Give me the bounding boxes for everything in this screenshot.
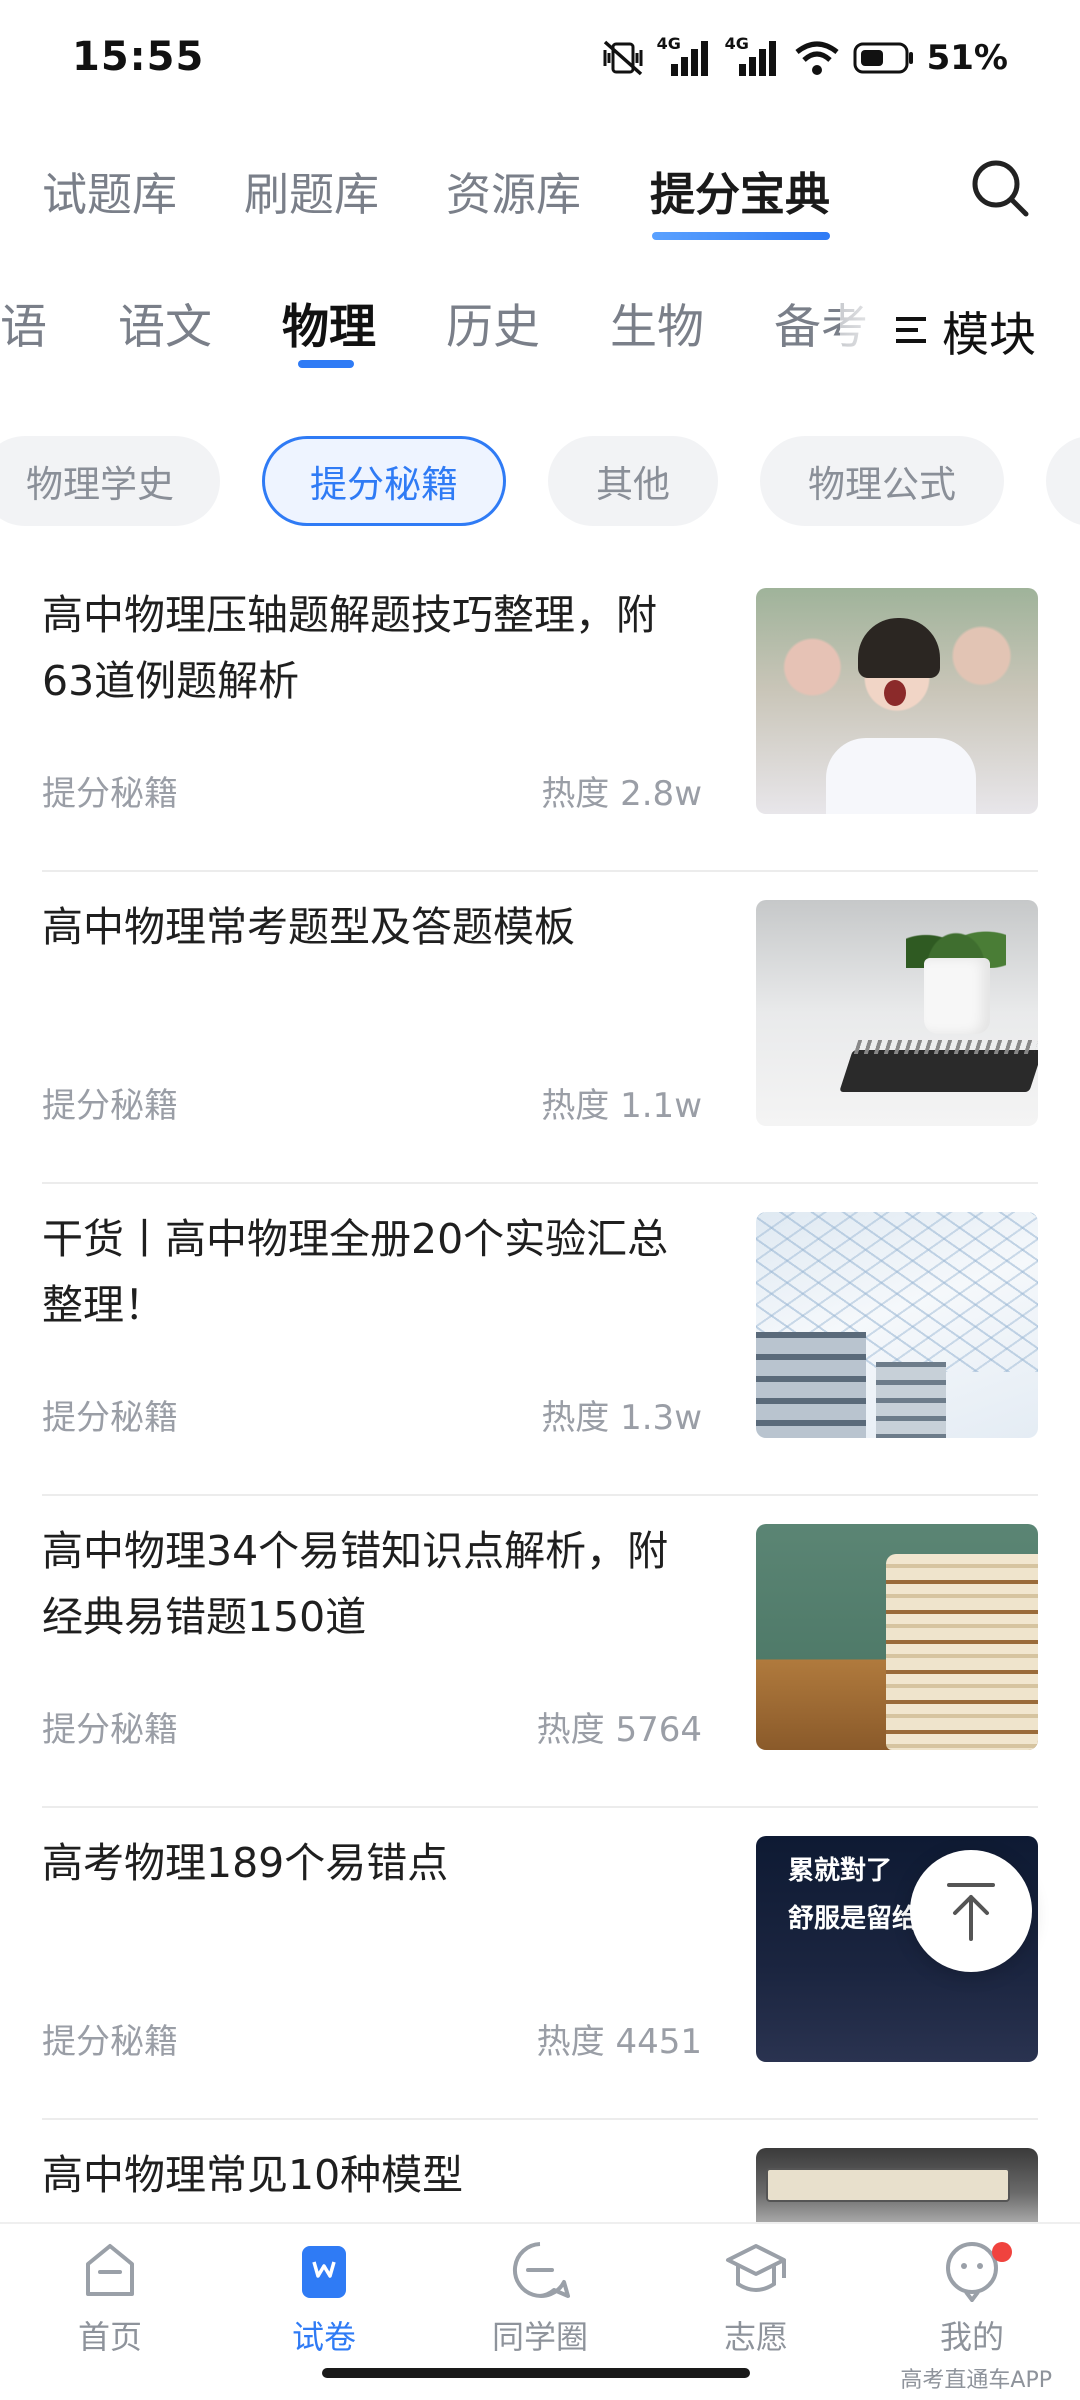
app-screen: 15:55 4G 4G 51% 试题库 刷题库 资源库 提分宝典 语 语文 物理… bbox=[0, 0, 1080, 2400]
status-time: 15:55 bbox=[72, 34, 205, 80]
article-category: 提分秘籍 bbox=[42, 2022, 178, 2062]
status-bar: 15:55 4G 4G 51% bbox=[0, 0, 1080, 120]
chip-more-partial[interactable] bbox=[1046, 436, 1080, 526]
wifi-icon bbox=[795, 41, 839, 75]
chip-physics-history[interactable]: 物理学史 bbox=[0, 436, 220, 526]
article-category: 提分秘籍 bbox=[42, 774, 178, 814]
home-indicator[interactable] bbox=[322, 2368, 750, 2378]
module-label: 模块 bbox=[942, 307, 1036, 363]
article-title: 高中物理常见10种模型 bbox=[42, 2151, 464, 2199]
article-title: 干货丨高中物理全册20个实验汇总整理！ bbox=[42, 1215, 669, 1329]
signal-bars-icon bbox=[738, 41, 776, 76]
subject-tab-biology[interactable]: 生物 bbox=[610, 288, 704, 357]
article-item[interactable]: 高中物理常考题型及答题模板 提分秘籍 热度 1.1w bbox=[42, 872, 1038, 1184]
subject-tab-bar: 语 语文 物理 历史 生物 备考 模块 bbox=[0, 280, 1080, 380]
article-heat: 热度 5764 bbox=[536, 1710, 702, 1750]
article-heat: 热度 1.3w bbox=[541, 1398, 702, 1438]
article-category: 提分秘籍 bbox=[42, 1086, 178, 1126]
arrow-up-icon bbox=[947, 1883, 995, 1941]
back-to-top-button[interactable] bbox=[910, 1850, 1032, 1972]
article-category: 提分秘籍 bbox=[42, 1398, 178, 1438]
article-item[interactable]: 干货丨高中物理全册20个实验汇总整理！ 提分秘籍 热度 1.3w bbox=[42, 1184, 1038, 1496]
tab-resource-bank[interactable]: 资源库 bbox=[446, 158, 581, 223]
article-heat: 热度 4451 bbox=[536, 2022, 702, 2062]
article-title: 高中物理常考题型及答题模板 bbox=[42, 903, 575, 951]
subject-tab-physics[interactable]: 物理 bbox=[282, 288, 376, 357]
article-title: 高中物理34个易错知识点解析，附经典易错题150道 bbox=[42, 1527, 669, 1641]
nav-label: 志愿 bbox=[723, 2318, 788, 2356]
article-heat: 热度 2.8w bbox=[541, 774, 702, 814]
home-icon bbox=[86, 2244, 134, 2296]
tab-question-bank[interactable]: 试题库 bbox=[42, 158, 177, 223]
article-item[interactable]: 高中物理压轴题解题技巧整理，附63道例题解析 提分秘籍 热度 2.8w bbox=[42, 560, 1038, 872]
nav-label: 首页 bbox=[77, 2318, 142, 2356]
module-button[interactable]: 模块 bbox=[840, 280, 1080, 380]
article-title: 高中物理压轴题解题技巧整理，附63道例题解析 bbox=[42, 591, 657, 705]
top-tab-indicator bbox=[652, 232, 830, 240]
chip-score-secrets[interactable]: 提分秘籍 bbox=[262, 436, 506, 526]
battery-icon bbox=[853, 42, 913, 74]
graduation-cap-icon bbox=[726, 2244, 786, 2292]
nav-profile[interactable]: 我的 bbox=[892, 2238, 1052, 2368]
article-category: 提分秘籍 bbox=[42, 1710, 178, 1750]
nav-papers[interactable]: 试卷 bbox=[244, 2238, 404, 2368]
category-chip-row: 物理学史 提分秘籍 其他 物理公式 bbox=[0, 436, 1080, 528]
article-thumbnail bbox=[756, 1524, 1038, 1750]
chip-other[interactable]: 其他 bbox=[548, 436, 718, 526]
article-title: 高考物理189个易错点 bbox=[42, 1839, 449, 1887]
nav-label: 同学圈 bbox=[491, 2318, 588, 2356]
top-tab-bar: 试题库 刷题库 资源库 提分宝典 bbox=[0, 150, 1080, 250]
article-item[interactable]: 高考物理189个易错点 提分秘籍 热度 4451 累就對了 舒服是留给 bbox=[42, 1808, 1038, 2120]
chip-physics-formulas[interactable]: 物理公式 bbox=[760, 436, 1004, 526]
article-thumbnail bbox=[756, 588, 1038, 814]
signal-2: 4G bbox=[725, 34, 781, 78]
status-icons: 4G 4G 51% bbox=[601, 34, 1008, 82]
article-item[interactable]: 高中物理34个易错知识点解析，附经典易错题150道 提分秘籍 热度 5764 bbox=[42, 1496, 1038, 1808]
vibrate-mute-icon bbox=[603, 40, 643, 76]
nav-classmates[interactable]: 同学圈 bbox=[460, 2238, 620, 2368]
subject-tab-indicator bbox=[298, 360, 354, 368]
article-thumbnail bbox=[756, 1212, 1038, 1438]
subject-tab-history[interactable]: 历史 bbox=[446, 288, 540, 357]
nav-label: 我的 bbox=[939, 2318, 1004, 2356]
subject-tab-chinese[interactable]: 语文 bbox=[118, 288, 212, 357]
menu-icon bbox=[896, 317, 926, 343]
nav-label: 试卷 bbox=[291, 2318, 356, 2356]
paper-icon bbox=[302, 2246, 346, 2298]
tab-score-guide[interactable]: 提分宝典 bbox=[650, 158, 830, 223]
thumbnail-text: 累就對了 bbox=[788, 1856, 893, 1886]
article-list: 高中物理压轴题解题技巧整理，附63道例题解析 提分秘籍 热度 2.8w 高中物理… bbox=[42, 560, 1038, 2400]
signal-bars-icon bbox=[670, 41, 708, 76]
notification-dot bbox=[992, 2242, 1012, 2262]
battery-percent: 51% bbox=[926, 38, 1008, 78]
subject-tab-partial[interactable]: 语 bbox=[0, 288, 47, 357]
watermark: 高考直通车APP bbox=[900, 2368, 1052, 2393]
nav-volunteer[interactable]: 志愿 bbox=[676, 2238, 836, 2368]
nav-home[interactable]: 首页 bbox=[30, 2238, 190, 2368]
thumbnail-text: 舒服是留给 bbox=[788, 1904, 919, 1934]
article-heat: 热度 1.1w bbox=[541, 1086, 702, 1126]
search-icon[interactable] bbox=[968, 156, 1032, 220]
chat-icon bbox=[513, 2242, 570, 2298]
tab-practice-bank[interactable]: 刷题库 bbox=[244, 158, 379, 223]
article-thumbnail bbox=[756, 900, 1038, 1126]
signal-1: 4G bbox=[657, 34, 713, 78]
